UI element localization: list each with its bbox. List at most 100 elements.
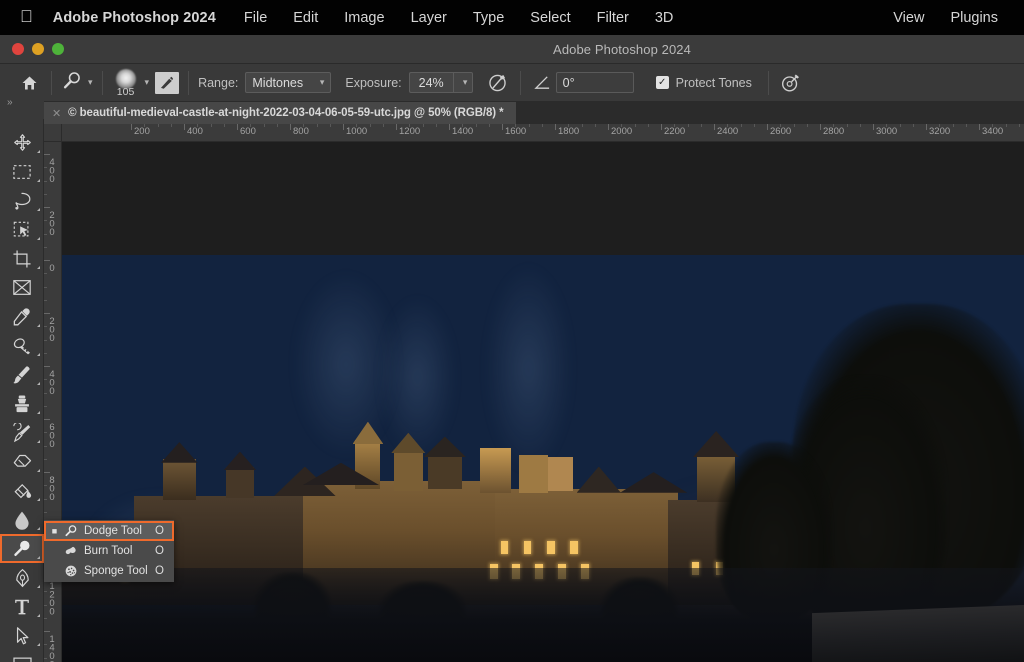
- exposure-stepper[interactable]: 24% ▾: [409, 72, 473, 93]
- options-bar: ▾ 105 ▾ Range: Midtones ▾ Exposure:: [0, 64, 1024, 102]
- flyout-indicator: [37, 440, 40, 443]
- ruler-minor-tick: [197, 124, 198, 127]
- ruler-tick: [184, 124, 185, 130]
- airbrush-icon[interactable]: [485, 71, 511, 95]
- history-brush-tool[interactable]: [0, 418, 44, 447]
- menu-filter[interactable]: Filter: [597, 10, 629, 26]
- flyout-indicator: [37, 469, 40, 472]
- brush-tool[interactable]: [0, 360, 44, 389]
- ruler-minor-tick: [44, 499, 47, 500]
- object-selection-tool[interactable]: [0, 215, 44, 244]
- canvas-area[interactable]: [62, 142, 1024, 662]
- menu-view[interactable]: View: [893, 10, 924, 26]
- window-title-bar: Adobe Photoshop 2024: [0, 35, 1024, 64]
- brush-settings-icon[interactable]: [155, 72, 179, 94]
- menu-image[interactable]: Image: [344, 10, 384, 26]
- document-tab-strip: ✕ © beautiful-medieval-castle-at-night-2…: [44, 102, 1024, 124]
- ruler-minor-tick: [44, 353, 47, 354]
- frame-tool[interactable]: [0, 273, 44, 302]
- spot-healing-brush-tool[interactable]: [0, 331, 44, 360]
- ruler-minor-tick: [44, 658, 47, 659]
- rectangle-tool[interactable]: [0, 650, 44, 662]
- ruler-minor-tick: [621, 124, 622, 127]
- menu-layer[interactable]: Layer: [411, 10, 447, 26]
- blur-tool[interactable]: [0, 505, 44, 534]
- current-tool-button[interactable]: ▾: [61, 70, 93, 95]
- range-select[interactable]: Midtones ▾: [245, 72, 331, 93]
- flyout-indicator: [37, 208, 40, 211]
- dodge-tool[interactable]: [0, 534, 44, 563]
- ruler-tick: [131, 124, 132, 130]
- ruler-tick: [820, 124, 821, 130]
- ruler-minor-tick: [158, 124, 159, 127]
- clone-stamp-tool[interactable]: [0, 389, 44, 418]
- ruler-minor-tick: [489, 124, 490, 127]
- ruler-minor-tick: [1006, 124, 1007, 127]
- ruler-tick: [449, 124, 450, 130]
- exposure-dropdown-button[interactable]: ▾: [453, 72, 473, 93]
- apple-logo-icon[interactable]: : [20, 8, 33, 25]
- menu-file[interactable]: File: [244, 10, 267, 26]
- flyout-item-burn-tool[interactable]: Burn Tool O: [44, 541, 174, 561]
- lasso-tool[interactable]: [0, 186, 44, 215]
- chevron-double-right-icon[interactable]: »: [0, 93, 44, 108]
- tablet-pressure-icon[interactable]: [778, 71, 804, 95]
- ruler-minor-tick: [833, 124, 834, 127]
- home-icon[interactable]: [16, 75, 42, 91]
- ruler-minor-tick: [886, 124, 887, 127]
- ruler-label: 1200: [47, 581, 57, 615]
- angle-icon: [530, 71, 556, 95]
- ruler-minor-tick: [1019, 124, 1020, 127]
- menu-edit[interactable]: Edit: [293, 10, 318, 26]
- vertical-ruler[interactable]: 4002000200400600800100012001400: [44, 142, 62, 662]
- eyedropper-tool[interactable]: [0, 302, 44, 331]
- protect-tones-checkbox[interactable]: ✓: [656, 76, 669, 89]
- ruler-minor-tick: [939, 124, 940, 127]
- close-icon[interactable]: ✕: [52, 107, 61, 120]
- gradient-tool[interactable]: [0, 476, 44, 505]
- document-image[interactable]: [62, 255, 1024, 662]
- flyout-item-sponge-tool[interactable]: Sponge Tool O: [44, 561, 174, 581]
- document-tab[interactable]: ✕ © beautiful-medieval-castle-at-night-2…: [44, 102, 517, 124]
- ruler-label: 400: [47, 157, 57, 183]
- menu-3d[interactable]: 3D: [655, 10, 674, 26]
- ruler-label: 3000: [876, 126, 897, 137]
- flyout-indicator: [37, 353, 40, 356]
- flyout-indicator: [37, 237, 40, 240]
- chevron-down-icon[interactable]: ▾: [88, 77, 93, 88]
- ruler-minor-tick: [264, 124, 265, 127]
- ruler-label: 1000: [346, 126, 367, 137]
- ruler-label: 3200: [929, 126, 950, 137]
- menu-plugins[interactable]: Plugins: [950, 10, 998, 26]
- menu-select[interactable]: Select: [530, 10, 570, 26]
- ruler-minor-tick: [44, 393, 47, 394]
- brush-preset-picker[interactable]: 105 ▾: [112, 69, 180, 97]
- move-tool[interactable]: [0, 128, 44, 157]
- ruler-minor-tick: [44, 273, 47, 274]
- ruler-tick: [555, 124, 556, 130]
- flyout-indicator: [37, 411, 40, 414]
- ruler-minor-tick: [423, 124, 424, 127]
- menu-type[interactable]: Type: [473, 10, 504, 26]
- ruler-minor-tick: [992, 124, 993, 127]
- eraser-tool[interactable]: [0, 447, 44, 476]
- menu-app-name[interactable]: Adobe Photoshop 2024: [53, 10, 216, 26]
- ruler-minor-tick: [568, 124, 569, 127]
- flyout-item-dodge-tool[interactable]: ■ Dodge Tool O: [44, 521, 174, 541]
- path-selection-tool[interactable]: [0, 621, 44, 650]
- horizontal-ruler[interactable]: 2004006008001000120014001600180020002200…: [62, 124, 1024, 142]
- rectangular-marquee-tool[interactable]: [0, 157, 44, 186]
- type-tool[interactable]: [0, 592, 44, 621]
- panel-collapse-strip[interactable]: »: [0, 93, 44, 119]
- ruler-label: 2200: [664, 126, 685, 137]
- ruler-minor-tick: [44, 247, 47, 248]
- ruler-label: 600: [240, 126, 256, 137]
- ruler-tick: [608, 124, 609, 130]
- dodge-tool-flyout-menu[interactable]: ■ Dodge Tool O Burn Tool O: [44, 520, 174, 582]
- exposure-input[interactable]: 24%: [409, 72, 453, 93]
- chevron-down-icon[interactable]: ▾: [145, 77, 150, 88]
- exposure-label: Exposure:: [345, 76, 401, 90]
- crop-tool[interactable]: [0, 244, 44, 273]
- angle-input[interactable]: 0°: [556, 72, 634, 93]
- pen-tool[interactable]: [0, 563, 44, 592]
